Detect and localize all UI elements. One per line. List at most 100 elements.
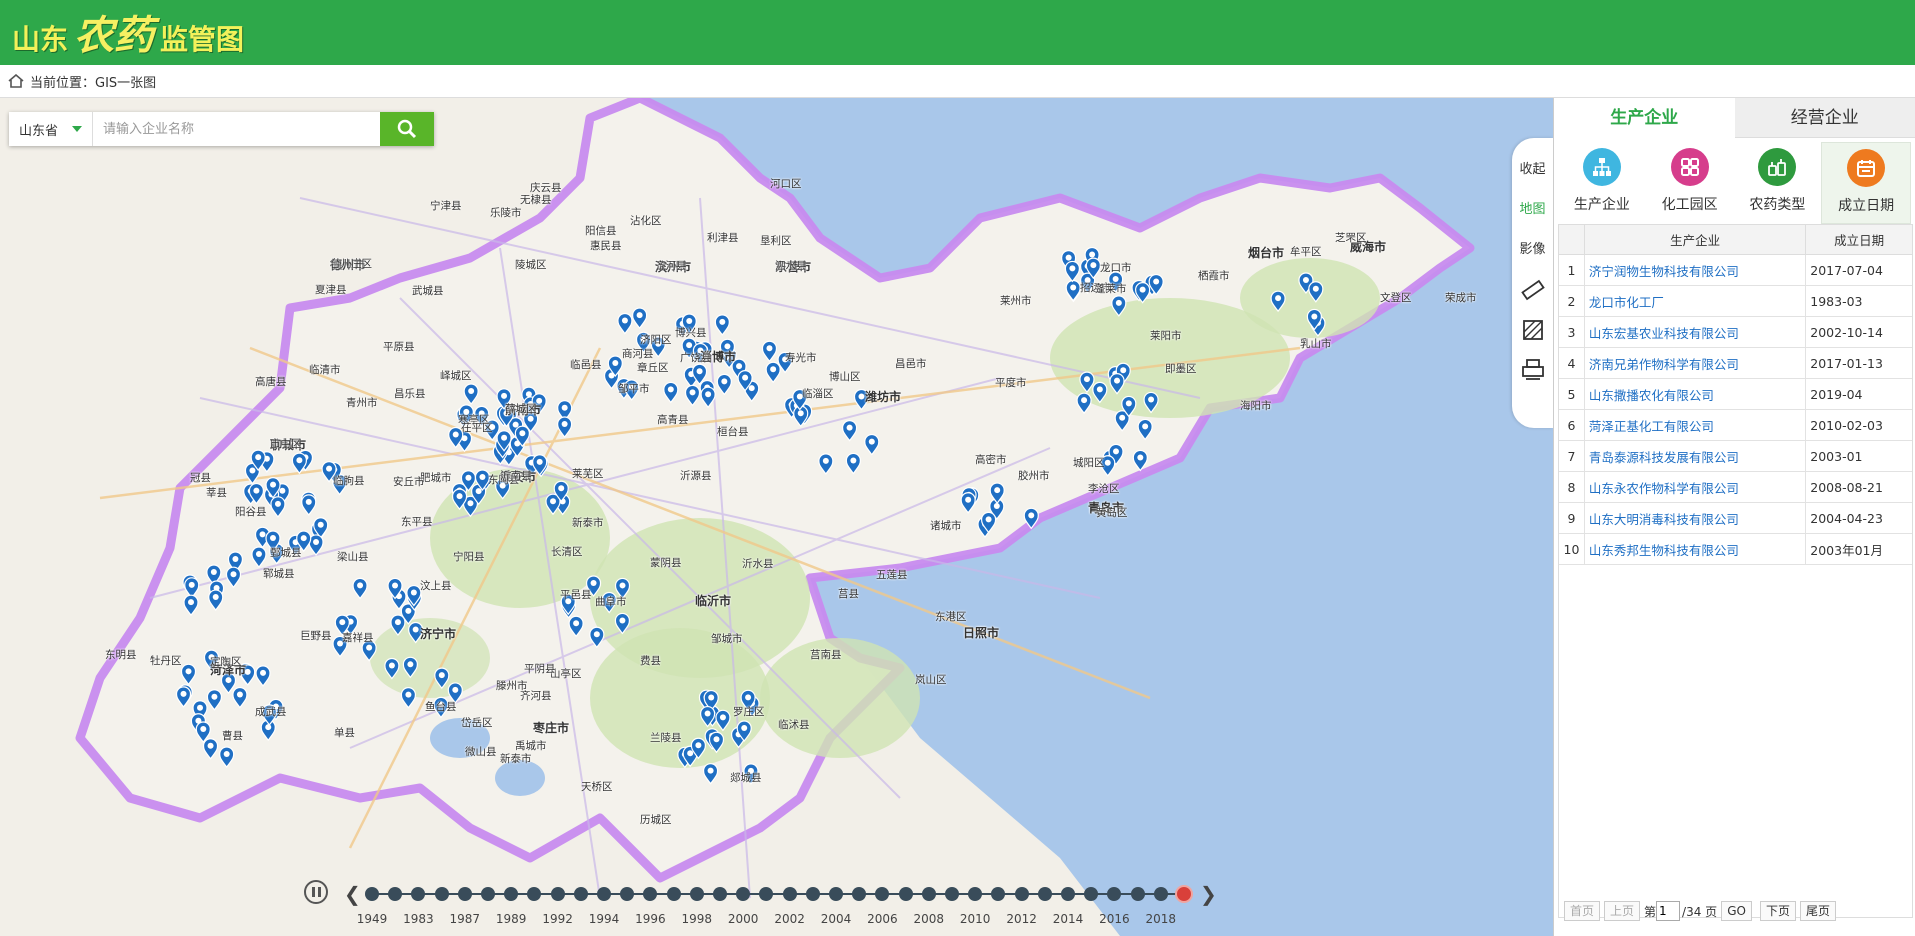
timeline-point[interactable] [689,887,704,901]
enterprise-marker[interactable] [864,433,880,456]
enterprise-marker[interactable] [400,687,417,709]
map-mode-button[interactable]: 地图 [1519,190,1545,230]
timeline-point[interactable] [991,887,1006,901]
enterprise-marker[interactable] [1065,279,1081,302]
enterprise-marker[interactable] [251,546,267,569]
timeline-point[interactable] [1153,887,1168,901]
timeline-point[interactable] [573,887,588,901]
enterprise-marker[interactable] [568,615,584,638]
enterprise-marker[interactable] [434,667,450,690]
enterprise-marker[interactable] [208,589,224,612]
enterprise-marker[interactable] [1270,290,1286,313]
enterprise-marker[interactable] [219,746,235,769]
enterprise-marker[interactable] [301,494,317,516]
enterprise-marker[interactable] [716,373,732,396]
timeline-point[interactable] [411,887,426,901]
category-producers[interactable]: 生产企业 [1558,142,1646,224]
timeline-point[interactable] [852,887,867,901]
search-input[interactable] [93,112,380,146]
enterprise-marker[interactable] [818,453,834,475]
enterprise-marker[interactable] [1109,373,1125,395]
enterprise-marker[interactable] [390,614,406,637]
timeline-point[interactable] [1107,887,1122,901]
timeline-point[interactable] [481,887,495,901]
first-page-button[interactable]: 首页 [1564,901,1601,921]
enterprise-marker[interactable] [1137,418,1153,441]
imagery-mode-button[interactable]: 影像 [1519,230,1545,270]
enterprise-marker[interactable] [617,312,633,335]
category-chem-parks[interactable]: 化工园区 [1646,142,1734,224]
enterprise-marker[interactable] [715,709,731,732]
enterprise-marker[interactable] [1076,392,1092,415]
timeline-point[interactable] [666,887,681,901]
search-button[interactable] [380,112,434,146]
tab-producers[interactable]: 生产企业 [1554,98,1735,138]
enterprise-marker[interactable] [255,665,271,687]
breadcrumb-location[interactable]: GIS一张图 [95,72,156,91]
enterprise-marker[interactable] [1064,260,1080,283]
enterprise-marker[interactable] [702,763,719,785]
enterprise-marker[interactable] [270,496,286,518]
enterprise-marker[interactable] [1111,295,1127,317]
timeline-point[interactable] [1014,887,1029,901]
enterprise-marker[interactable] [183,594,199,617]
go-button[interactable]: GO [1721,901,1752,921]
timeline-point[interactable] [875,887,890,901]
timeline-point[interactable] [736,887,751,901]
enterprise-marker[interactable] [557,416,573,438]
collapse-button[interactable]: 收起 [1519,150,1545,190]
timeline-point[interactable] [968,887,983,901]
province-select[interactable]: 山东省 [9,112,93,146]
enterprise-marker[interactable] [761,340,778,363]
enterprise-marker[interactable] [1308,281,1324,303]
pause-button[interactable] [304,880,328,904]
timeline-prev-icon[interactable]: ❮ [344,882,361,906]
enterprise-marker[interactable] [1143,391,1159,414]
timeline-point[interactable] [388,887,403,901]
enterprise-marker[interactable] [845,452,861,475]
timeline-point[interactable] [620,887,635,901]
timeline-point[interactable] [805,887,820,901]
timeline-next-icon[interactable]: ❯ [1200,882,1217,906]
timeline-point[interactable] [1037,887,1052,901]
enterprise-marker[interactable] [589,626,605,649]
category-founded-date[interactable]: 成立日期 [1821,142,1911,224]
timeline-current-point[interactable] [1175,885,1193,903]
enterprise-marker[interactable] [960,492,976,514]
timeline-point[interactable] [643,887,658,901]
ruler-icon[interactable] [1520,278,1545,302]
enterprise-marker[interactable] [1023,507,1039,530]
enterprise-marker[interactable] [463,383,479,405]
map-canvas[interactable]: 德州市 济南市 聊城市 泰安市 东营市 滨州市 淄博市 潍坊市 烟台市 威海市 青岛市 日照市 临沂市枣… [0,98,1553,936]
timeline-point[interactable] [527,887,542,901]
print-icon[interactable] [1521,358,1545,382]
enterprise-marker[interactable] [232,686,248,709]
enterprise-marker[interactable] [614,612,631,635]
enterprise-marker[interactable] [384,657,400,680]
page-input[interactable] [1656,901,1681,921]
timeline-point[interactable] [457,887,472,901]
timeline-point[interactable] [1130,887,1145,901]
timeline-point[interactable] [434,887,449,901]
timeline-point[interactable] [759,887,774,901]
next-page-button[interactable]: 下页 [1759,901,1796,921]
enterprise-marker[interactable] [1092,381,1108,404]
enterprise-marker[interactable] [175,686,192,708]
enterprise-marker[interactable] [206,689,223,711]
timeline-point[interactable] [550,887,565,901]
enterprise-marker[interactable] [202,738,219,760]
timeline-point[interactable] [829,887,843,901]
enterprise-marker[interactable] [700,386,716,409]
timeline-point[interactable] [921,887,936,901]
timeline-point[interactable] [597,887,611,901]
category-pesticide-type[interactable]: 农药类型 [1734,142,1822,224]
enterprise-marker[interactable] [225,566,242,589]
enterprise-marker[interactable] [841,420,858,442]
enterprise-marker[interactable] [180,663,197,686]
timeline-point[interactable] [945,887,959,901]
timeline-point[interactable] [1061,887,1075,901]
enterprise-marker[interactable] [1132,449,1148,472]
timeline-point[interactable] [365,887,379,901]
enterprise-marker[interactable] [291,452,308,475]
timeline-point[interactable] [1084,887,1099,901]
